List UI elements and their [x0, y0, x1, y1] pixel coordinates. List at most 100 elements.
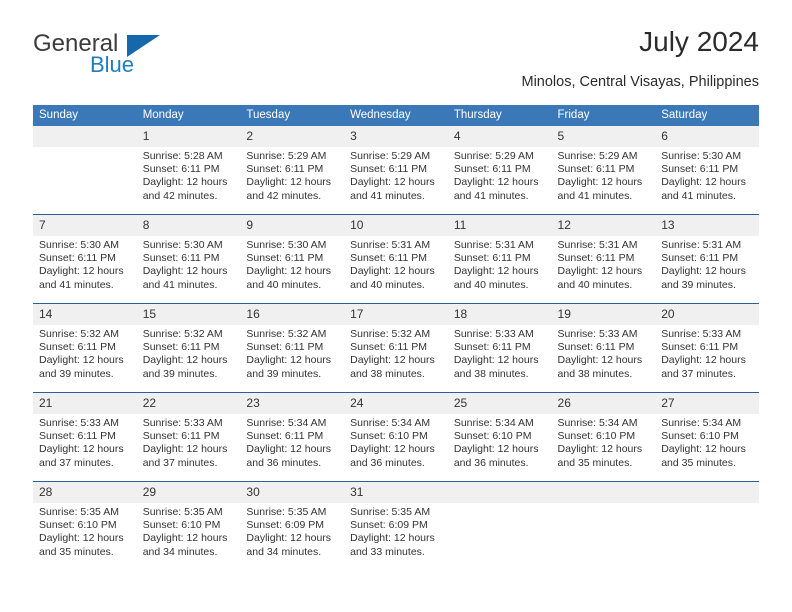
calendar-day-cell[interactable]: 9 Sunrise: 5:30 AM Sunset: 6:11 PM Daylight… — [240, 214, 345, 304]
day-number: 28 — [33, 482, 137, 503]
sunrise-text: Sunrise: 5:30 AM — [39, 239, 119, 251]
calendar-table: Sunday Monday Tuesday Wednesday Thursday… — [33, 105, 759, 570]
sunset-text: Sunset: 6:11 PM — [350, 252, 427, 265]
calendar-day-cell[interactable]: 8 Sunrise: 5:30 AM Sunset: 6:11 PM Daylight… — [136, 214, 241, 304]
calendar-day-cell[interactable]: 20 Sunrise: 5:33 AM Sunset: 6:11 PM Dayligh… — [655, 303, 759, 393]
daylight-text-line2: and 38 minutes. — [557, 367, 633, 380]
calendar-day-cell[interactable]: 14 Sunrise: 5:32 AM Sunset: 6:11 PM Dayligh… — [33, 303, 137, 393]
calendar-day-cell[interactable]: 12 Sunrise: 5:31 AM Sunset: 6:11 PM Dayligh… — [551, 214, 656, 304]
day-details: Sunrise: 5:32 AM Sunset: 6:11 PM Daylight:… — [137, 325, 241, 392]
daylight-text-line1: Daylight: 12 hours — [350, 532, 435, 545]
calendar-day-cell[interactable]: 22 Sunrise: 5:33 AM Sunset: 6:11 PM Dayligh… — [136, 392, 241, 482]
day-details — [552, 503, 656, 570]
calendar-day-cell[interactable]: 2 Sunrise: 5:29 AM Sunset: 6:11 PM Daylight… — [240, 126, 345, 215]
calendar-day-cell[interactable]: 27 Sunrise: 5:34 AM Sunset: 6:10 PM Dayligh… — [655, 392, 759, 482]
daylight-text-line1: Daylight: 12 hours — [246, 443, 332, 456]
sunset-text: Sunset: 6:10 PM — [142, 519, 221, 532]
daylight-text-line2: and 36 minutes. — [246, 456, 322, 469]
daylight-text-line1: Daylight: 12 hours — [453, 265, 539, 278]
sunrise-text: Sunrise: 5:33 AM — [39, 417, 119, 429]
calendar-day-cell[interactable]: 21 Sunrise: 5:33 AM Sunset: 6:11 PM Dayligh… — [33, 392, 137, 482]
day-number — [551, 482, 656, 503]
sunset-text: Sunset: 6:11 PM — [39, 341, 116, 354]
sunset-text: Sunset: 6:11 PM — [142, 252, 220, 265]
daylight-text-line2: and 41 minutes. — [453, 189, 529, 202]
calendar-day-cell[interactable]: 13 Sunrise: 5:31 AM Sunset: 6:11 PM Dayligh… — [655, 214, 759, 304]
day-details: Sunrise: 5:33 AM Sunset: 6:11 PM Daylight:… — [448, 325, 552, 392]
calendar-day-cell[interactable]: 18 Sunrise: 5:33 AM Sunset: 6:11 PM Dayligh… — [447, 303, 552, 393]
calendar-day-cell[interactable]: 3 Sunrise: 5:29 AM Sunset: 6:11 PM Daylight… — [344, 126, 448, 215]
calendar-day-cell[interactable]: 5 Sunrise: 5:29 AM Sunset: 6:11 PM Daylight… — [551, 126, 656, 215]
sunset-text: Sunset: 6:10 PM — [350, 430, 428, 443]
sunset-text: Sunset: 6:11 PM — [557, 252, 635, 265]
daylight-text-line1: Daylight: 12 hours — [39, 354, 124, 367]
sunrise-text: Sunrise: 5:31 AM — [661, 239, 742, 251]
calendar-day-cell[interactable]: 23 Sunrise: 5:34 AM Sunset: 6:11 PM Dayligh… — [240, 392, 345, 482]
day-number: 2 — [240, 126, 345, 147]
day-details: Sunrise: 5:31 AM Sunset: 6:11 PM Daylight:… — [552, 236, 656, 303]
day-details: Sunrise: 5:29 AM Sunset: 6:11 PM Daylight:… — [448, 147, 552, 214]
calendar-day-cell[interactable]: 26 Sunrise: 5:34 AM Sunset: 6:10 PM Dayligh… — [551, 392, 656, 482]
daylight-text-line1: Daylight: 12 hours — [350, 176, 435, 189]
sunset-text: Sunset: 6:11 PM — [453, 252, 531, 265]
day-number — [655, 482, 759, 503]
day-details: Sunrise: 5:30 AM Sunset: 6:11 PM Daylight:… — [137, 236, 241, 303]
daylight-text-line2: and 37 minutes. — [142, 456, 218, 469]
brand-logo[interactable]: General Blue — [33, 30, 233, 82]
calendar-day-cell[interactable]: 16 Sunrise: 5:32 AM Sunset: 6:11 PM Dayligh… — [240, 303, 345, 393]
day-details: Sunrise: 5:35 AM Sunset: 6:10 PM Daylight:… — [33, 503, 137, 570]
calendar-day-cell[interactable]: 10 Sunrise: 5:31 AM Sunset: 6:11 PM Dayligh… — [344, 214, 448, 304]
sunset-text: Sunset: 6:11 PM — [246, 252, 324, 265]
daylight-text-line1: Daylight: 12 hours — [557, 443, 643, 456]
day-number: 25 — [447, 393, 552, 414]
calendar-day-cell[interactable]: 7 Sunrise: 5:30 AM Sunset: 6:11 PM Daylight… — [33, 214, 137, 304]
daylight-text-line1: Daylight: 12 hours — [557, 265, 643, 278]
daylight-text-line1: Daylight: 12 hours — [453, 354, 539, 367]
day-number — [33, 126, 137, 147]
daylight-text-line1: Daylight: 12 hours — [142, 532, 228, 545]
day-details: Sunrise: 5:35 AM Sunset: 6:09 PM Daylight:… — [240, 503, 344, 570]
calendar-day-cell[interactable]: 6 Sunrise: 5:30 AM Sunset: 6:11 PM Daylight… — [655, 126, 759, 215]
sunrise-text: Sunrise: 5:32 AM — [246, 328, 327, 340]
daylight-text-line2: and 41 minutes. — [39, 278, 114, 291]
daylight-text-line2: and 39 minutes. — [142, 367, 218, 380]
day-details — [33, 147, 137, 214]
sunset-text: Sunset: 6:11 PM — [142, 430, 220, 443]
calendar-day-cell[interactable]: 29 Sunrise: 5:35 AM Sunset: 6:10 PM Dayligh… — [136, 481, 241, 570]
page-title: July 2024 — [639, 26, 759, 57]
daylight-text-line2: and 38 minutes. — [350, 367, 425, 380]
calendar-day-cell[interactable]: 30 Sunrise: 5:35 AM Sunset: 6:09 PM Dayligh… — [240, 481, 345, 570]
daylight-text-line2: and 41 minutes. — [142, 278, 218, 291]
day-details: Sunrise: 5:30 AM Sunset: 6:11 PM Daylight:… — [240, 236, 344, 303]
sunset-text: Sunset: 6:11 PM — [142, 163, 220, 176]
daylight-text-line2: and 40 minutes. — [557, 278, 633, 291]
sunrise-text: Sunrise: 5:29 AM — [350, 150, 431, 162]
sunrise-text: Sunrise: 5:30 AM — [142, 239, 223, 251]
daylight-text-line1: Daylight: 12 hours — [246, 176, 332, 189]
day-number: 19 — [551, 304, 656, 325]
calendar-day-cell[interactable]: 11 Sunrise: 5:31 AM Sunset: 6:11 PM Dayligh… — [447, 214, 552, 304]
calendar-day-cell[interactable]: 25 Sunrise: 5:34 AM Sunset: 6:10 PM Dayligh… — [447, 392, 552, 482]
calendar-day-cell[interactable]: 28 Sunrise: 5:35 AM Sunset: 6:10 PM Dayligh… — [33, 481, 137, 570]
daylight-text-line1: Daylight: 12 hours — [246, 354, 332, 367]
calendar-header-row: Sunday Monday Tuesday Wednesday Thursday… — [33, 105, 759, 126]
calendar-day-cell-empty — [33, 126, 137, 215]
calendar-day-cell[interactable]: 15 Sunrise: 5:32 AM Sunset: 6:11 PM Dayligh… — [136, 303, 241, 393]
daylight-text-line2: and 35 minutes. — [39, 545, 114, 558]
sunset-text: Sunset: 6:11 PM — [661, 341, 739, 354]
daylight-text-line1: Daylight: 12 hours — [142, 176, 228, 189]
daylight-text-line2: and 36 minutes. — [350, 456, 425, 469]
calendar-day-cell[interactable]: 4 Sunrise: 5:29 AM Sunset: 6:11 PM Daylight… — [447, 126, 552, 215]
day-details: Sunrise: 5:35 AM Sunset: 6:09 PM Daylight:… — [344, 503, 448, 570]
calendar-day-cell[interactable]: 17 Sunrise: 5:32 AM Sunset: 6:11 PM Dayligh… — [344, 303, 448, 393]
sunrise-text: Sunrise: 5:31 AM — [350, 239, 431, 251]
calendar-day-cell[interactable]: 19 Sunrise: 5:33 AM Sunset: 6:11 PM Dayligh… — [551, 303, 656, 393]
sunset-text: Sunset: 6:11 PM — [246, 430, 324, 443]
calendar-day-cell[interactable]: 1 Sunrise: 5:28 AM Sunset: 6:11 PM Daylight… — [136, 126, 241, 215]
calendar-day-cell[interactable]: 31 Sunrise: 5:35 AM Sunset: 6:09 PM Dayligh… — [344, 481, 448, 570]
day-number: 14 — [33, 304, 137, 325]
day-details: Sunrise: 5:34 AM Sunset: 6:10 PM Daylight:… — [448, 414, 552, 481]
sunset-text: Sunset: 6:11 PM — [661, 163, 739, 176]
day-number: 6 — [655, 126, 759, 147]
calendar-day-cell[interactable]: 24 Sunrise: 5:34 AM Sunset: 6:10 PM Dayligh… — [344, 392, 448, 482]
